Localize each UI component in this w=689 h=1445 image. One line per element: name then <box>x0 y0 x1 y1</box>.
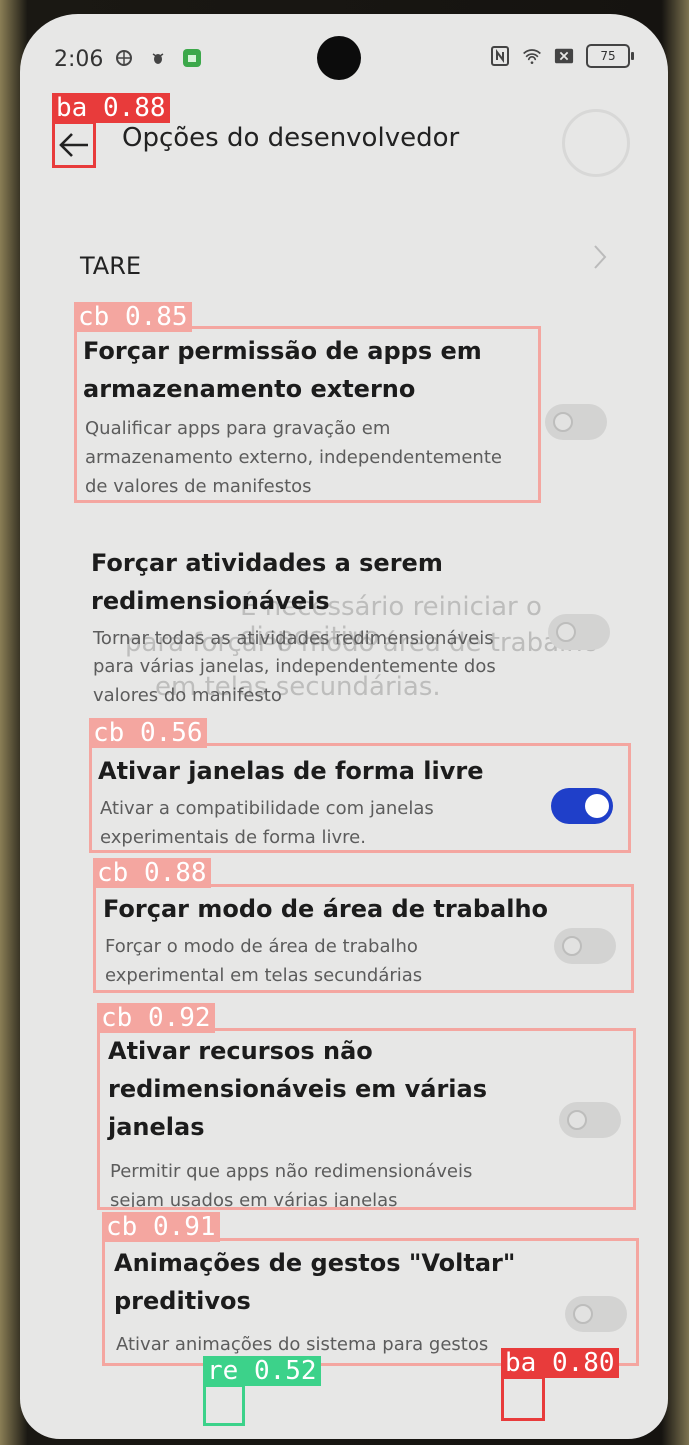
detection-box <box>93 884 634 993</box>
vpn-icon <box>114 48 134 68</box>
status-icons-left <box>114 48 202 68</box>
status-icons-right: 75 <box>490 44 634 68</box>
detection-box <box>501 1376 545 1421</box>
detection-label: cb 0.85 <box>74 302 192 332</box>
detection-label: cb 0.88 <box>93 858 211 888</box>
status-bar: 2:06 75 <box>20 14 668 104</box>
detection-box <box>203 1384 245 1426</box>
front-camera <box>317 36 361 80</box>
detection-box <box>97 1028 636 1210</box>
detection-label: ba 0.88 <box>52 93 170 123</box>
setting-desc-line1: Tornar todas as atividades redimensionáv… <box>93 628 494 649</box>
detection-box <box>102 1238 639 1366</box>
bug-icon <box>148 48 168 68</box>
section-tare[interactable]: TARE <box>80 252 141 280</box>
setting-desc-line3: valores do manifesto <box>93 685 282 706</box>
chevron-right-icon <box>592 242 608 272</box>
battery-indicator: 75 <box>586 44 634 68</box>
wifi-icon <box>522 46 542 66</box>
detection-label: re 0.52 <box>203 1356 321 1386</box>
detection-box <box>52 121 96 168</box>
setting-title-line1: Forçar atividades a serem <box>91 549 443 577</box>
toggle-switch-off[interactable] <box>545 404 607 440</box>
detection-box <box>74 326 541 503</box>
setting-force-resizable[interactable]: Forçar atividades a serem redimensionáve… <box>20 544 668 714</box>
setting-desc-line2: para várias janelas, independentemente d… <box>93 656 496 677</box>
no-sim-icon <box>554 46 574 66</box>
page-title: Opções do desenvolvedor <box>122 123 460 153</box>
detection-label: ba 0.80 <box>501 1348 619 1378</box>
header-action-circle[interactable] <box>562 109 630 177</box>
setting-title-line2: redimensionáveis <box>91 587 330 615</box>
status-time: 2:06 <box>54 47 104 72</box>
toggle-switch-off[interactable] <box>548 614 610 650</box>
detection-label: cb 0.92 <box>97 1003 215 1033</box>
detection-label: cb 0.56 <box>89 718 207 748</box>
detection-label: cb 0.91 <box>102 1212 220 1242</box>
nfc-icon <box>490 46 510 66</box>
app-notification-icon <box>182 48 202 68</box>
detection-box <box>89 743 631 853</box>
